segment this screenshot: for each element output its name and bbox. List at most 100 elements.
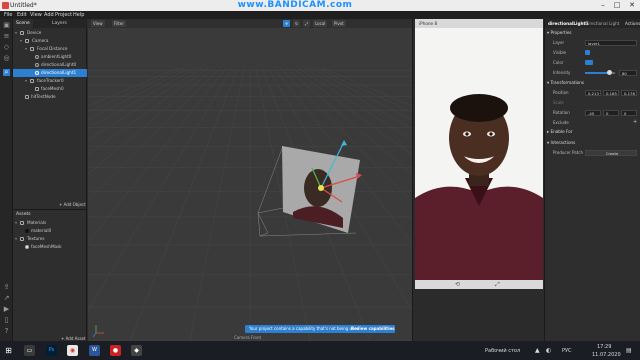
rotation-x-input[interactable]: -45 <box>585 110 601 116</box>
tree-item-facetracker0[interactable]: ▾ faceTracker0 <box>13 77 87 85</box>
position-y-input[interactable]: 0.165 <box>603 90 619 96</box>
app-icon <box>2 2 9 9</box>
intensity-slider[interactable] <box>585 70 615 75</box>
rotate-tool-icon[interactable]: ↻ <box>293 20 301 27</box>
scale-tool-icon[interactable]: ⤢ <box>303 20 311 27</box>
phone-icon[interactable]: ▯ <box>3 317 10 324</box>
rotation-label: Rotation <box>553 110 570 115</box>
viewport-toolbar: View Filter ✥ ↻ ⤢ Local Pivot <box>88 19 412 28</box>
minimize-button[interactable]: – <box>596 0 610 11</box>
local-toggle[interactable]: Local <box>313 20 328 27</box>
tree-item-directionallight1[interactable]: directionalLight1 <box>13 69 87 77</box>
actions-button[interactable]: Actions <box>625 19 640 28</box>
layers-icon[interactable]: ≡ <box>3 33 10 40</box>
scene-icon[interactable]: ▣ <box>3 22 10 29</box>
rotation-z-input[interactable]: 0 <box>621 110 637 116</box>
maximize-button[interactable]: □ <box>610 0 624 11</box>
view-dropdown[interactable]: View <box>91 20 105 27</box>
exclude-add-icon[interactable]: + <box>633 119 637 125</box>
volume-icon[interactable]: ◐ <box>546 347 551 354</box>
search-icon[interactable]: ⌕ <box>3 69 10 76</box>
tab-layers[interactable]: Layers <box>49 19 70 28</box>
visible-label: Visible <box>553 50 567 55</box>
position-z-input[interactable]: 0.176 <box>621 90 637 96</box>
word-icon[interactable]: W <box>89 345 100 356</box>
chrome-icon[interactable]: ◉ <box>67 345 78 356</box>
tree-item-facemesh0[interactable]: faceMesh0 <box>13 85 87 93</box>
help-icon[interactable]: ? <box>3 328 10 335</box>
section-interactions[interactable]: ▾ Interactions <box>547 140 575 145</box>
bandicam-icon[interactable]: ● <box>110 345 121 356</box>
add-object-button[interactable]: + Add Object <box>59 202 86 207</box>
patch-editor-icon[interactable]: ◇ <box>3 44 10 51</box>
asset-folder-materials[interactable]: ▾ Materials <box>13 219 87 227</box>
viewport-grid <box>88 67 412 341</box>
spark-ar-icon[interactable]: ◆ <box>131 345 142 356</box>
section-enable-for[interactable]: ▸ Enable For <box>547 129 573 134</box>
visible-checkbox[interactable] <box>585 50 590 55</box>
menu-edit[interactable]: Edit <box>17 11 27 19</box>
assets-panel: Assets ▾ Materials material0 ▾ Textures … <box>13 209 87 341</box>
network-icon[interactable]: ▲ <box>535 347 540 354</box>
asset-material0[interactable]: material0 <box>13 227 87 235</box>
notifications-icon[interactable]: ▤ <box>626 347 632 354</box>
face-preview-image <box>415 28 543 280</box>
review-capabilities-button[interactable]: Review capabilities <box>351 325 395 333</box>
menu-bar: File Edit View Add Project Help <box>0 11 640 19</box>
menu-file[interactable]: File <box>4 11 12 19</box>
asset-facemeshmask[interactable]: faceMeshMask <box>13 243 87 251</box>
filter-dropdown[interactable]: Filter <box>112 20 126 27</box>
asset-folder-textures[interactable]: ▾ Textures <box>13 235 87 243</box>
close-button[interactable]: ✕ <box>625 0 639 11</box>
intensity-label: Intensity <box>553 70 571 75</box>
layer-select[interactable]: layer1 <box>585 40 637 46</box>
upload-icon[interactable]: ⇪ <box>3 284 10 291</box>
intensity-input[interactable]: 80 <box>619 70 637 76</box>
menu-view[interactable]: View <box>30 11 42 19</box>
menu-add[interactable]: Add <box>44 11 54 19</box>
language-indicator[interactable]: РУС <box>562 348 572 354</box>
pivot-toggle[interactable]: Pivot <box>332 20 346 27</box>
desktop-label[interactable]: Рабочий стол <box>485 348 520 354</box>
clock-date[interactable]: 11.07.2020 <box>592 352 621 358</box>
tab-scene[interactable]: Scene <box>13 19 33 28</box>
color-swatch[interactable] <box>585 60 593 65</box>
producer-patch-label: Producer Patch <box>553 150 583 155</box>
rotation-y-input[interactable]: 0 <box>603 110 619 116</box>
scene-viewport[interactable]: View Filter ✥ ↻ ⤢ Local Pivot Your proje… <box>88 19 412 341</box>
menu-help[interactable]: Help <box>73 11 84 19</box>
position-x-input[interactable]: 0.213 <box>585 90 601 96</box>
device-name: iPhone 8 <box>419 21 438 26</box>
position-label: Position <box>553 90 569 95</box>
fullscreen-icon[interactable]: ⤢ <box>495 281 500 289</box>
photoshop-icon[interactable]: Ps <box>46 345 57 356</box>
layer-label: Layer <box>553 40 565 45</box>
tree-item-ambientlight0[interactable]: ambientLight0 <box>13 53 87 61</box>
clock-time[interactable]: 17:29 <box>597 344 611 350</box>
exclude-label: Exclude <box>553 120 569 125</box>
video-icon[interactable]: ▶ <box>3 306 10 313</box>
start-icon[interactable]: ⊞ <box>3 345 14 356</box>
scale-label: Scale <box>553 100 564 105</box>
simulator-footer: ⟲ ⤢ <box>415 280 543 289</box>
explorer-icon[interactable]: ▭ <box>24 345 35 356</box>
watermark: www.BANDICAM.com <box>237 0 353 10</box>
assets-title: Assets <box>16 212 31 217</box>
section-transformations[interactable]: ▾ Transformations <box>547 80 584 85</box>
rotate-device-icon[interactable]: ⟲ <box>455 281 460 288</box>
tree-item-hittestnode[interactable]: hitTestNode <box>13 93 87 101</box>
tree-item-directionallight0[interactable]: directionalLight0 <box>13 61 87 69</box>
device-selector[interactable]: iPhone 8 <box>415 19 543 28</box>
window-title: Untitled* <box>10 2 37 9</box>
assets-icon[interactable]: ◎ <box>3 55 10 62</box>
camera-label: Camera Front <box>234 335 262 340</box>
tree-item-camera[interactable]: ▾ Camera <box>13 37 87 45</box>
section-properties[interactable]: ▾ Properties <box>547 30 572 35</box>
move-tool-icon[interactable]: ✥ <box>283 20 291 27</box>
tree-item-focal-distance[interactable]: ▾ Focal Distance <box>13 45 87 53</box>
export-icon[interactable]: ↗ <box>3 295 10 302</box>
menu-project[interactable]: Project <box>55 11 72 19</box>
tree-item-device[interactable]: ▾ Device <box>13 29 87 37</box>
left-toolbar: ▣ ≡ ◇ ◎ ⌕ ⇪ ↗ ▶ ▯ ? <box>0 19 13 341</box>
create-patch-button[interactable]: Create <box>585 150 637 156</box>
